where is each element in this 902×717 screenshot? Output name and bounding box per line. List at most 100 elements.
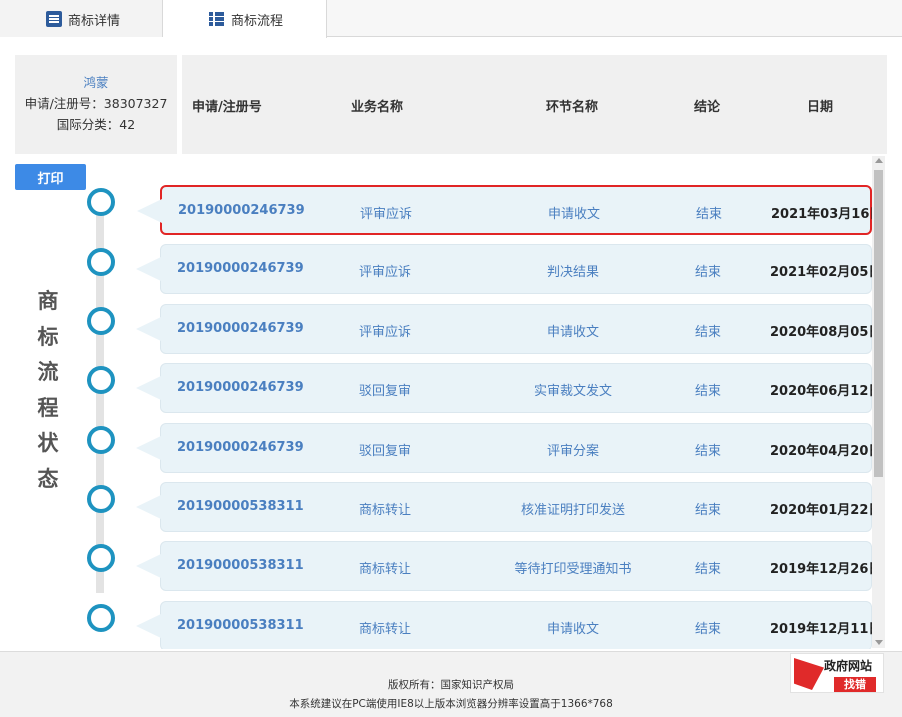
timeline-node [87, 604, 115, 632]
timeline-node [87, 426, 115, 454]
row-result: 结束 [695, 622, 722, 637]
row-step: 判决结果 [546, 265, 599, 280]
row-result: 结束 [696, 207, 723, 222]
row-date: 2021年02月05日 [770, 265, 872, 280]
title-char: 态 [37, 466, 59, 491]
row-pointer [137, 199, 162, 223]
timeline-node [87, 366, 115, 394]
row-pointer [136, 376, 161, 400]
print-button[interactable]: 打印 [15, 164, 86, 190]
registration-number: 申请/注册号：38307327 [24, 96, 168, 111]
row-business: 评审应诉 [360, 207, 413, 222]
row-business: 商标转让 [359, 622, 412, 637]
row-pointer [136, 614, 161, 638]
process-row[interactable]: 20190000246739 驳回复审 实审裁文发文 结束 2020年06月12… [136, 363, 872, 413]
table-header: 申请/注册号 业务名称 环节名称 结论 日期 [182, 55, 887, 154]
row-business: 驳回复审 [359, 444, 412, 459]
row-reg-no[interactable]: 20190000246739 [177, 440, 304, 455]
scroll-up-arrow-icon[interactable] [875, 158, 883, 163]
list-icon [209, 12, 224, 26]
tab-trademark-process[interactable]: 商标流程 [163, 0, 327, 38]
row-step: 评审分案 [546, 444, 599, 459]
process-row[interactable]: 20190000246739 评审应诉 申请收文 结束 2020年08月05日 [136, 304, 872, 354]
row-result: 结束 [695, 384, 722, 399]
row-result: 结束 [695, 562, 722, 577]
row-business: 商标转让 [359, 562, 412, 577]
row-step: 申请收文 [547, 207, 600, 222]
title-char: 标 [37, 324, 59, 349]
row-date: 2020年04月20日 [770, 444, 872, 459]
header-business: 业务名称 [351, 100, 404, 115]
row-result: 结束 [695, 325, 722, 340]
row-pointer [136, 257, 161, 281]
row-business: 评审应诉 [359, 265, 412, 280]
row-pointer [136, 554, 161, 578]
timeline-node [87, 188, 115, 216]
row-business: 评审应诉 [359, 325, 412, 340]
vertical-scrollbar[interactable] [872, 156, 885, 648]
row-reg-no[interactable]: 20190000246739 [177, 321, 304, 336]
timeline-node [87, 485, 115, 513]
row-pointer [136, 436, 161, 460]
row-date: 2019年12月26日 [770, 562, 872, 577]
timeline-node [87, 544, 115, 572]
gov-site-logo-icon [794, 658, 824, 690]
row-step: 等待打印受理通知书 [514, 562, 632, 577]
process-list[interactable]: 20190000246739 评审应诉 申请收文 结束 2021年03月16日 … [130, 154, 872, 649]
row-reg-no[interactable]: 20190000246739 [177, 261, 304, 276]
title-char: 程 [37, 395, 59, 420]
document-icon [46, 11, 62, 27]
header-date: 日期 [807, 100, 834, 115]
row-reg-no[interactable]: 20190000246739 [178, 203, 305, 218]
row-reg-no[interactable]: 20190000538311 [177, 618, 304, 633]
row-date: 2020年06月12日 [770, 384, 872, 399]
row-step: 核准证明打印发送 [520, 503, 625, 518]
row-reg-no[interactable]: 20190000538311 [177, 558, 304, 573]
footer: 版权所有：国家知识产权局 本系统建议在PC端使用IE8以上版本浏览器分辨率设置高… [0, 651, 902, 717]
tab-label: 商标详情 [68, 14, 121, 29]
process-row[interactable]: 20190000538311 商标转让 核准证明打印发送 结束 2020年01月… [136, 482, 872, 532]
row-business: 商标转让 [359, 503, 412, 518]
process-status-title: 商 标 流 程 状 态 [33, 284, 63, 498]
process-row[interactable]: 20190000246739 驳回复审 评审分案 结束 2020年04月20日 [136, 423, 872, 473]
timeline-node [87, 248, 115, 276]
row-result: 结束 [695, 265, 722, 280]
browser-notice: 本系统建议在PC端使用IE8以上版本浏览器分辨率设置高于1366*768 [289, 698, 613, 710]
tab-label: 商标流程 [231, 14, 284, 29]
row-reg-no[interactable]: 20190000538311 [177, 499, 304, 514]
tab-trademark-details[interactable]: 商标详情 [0, 0, 163, 37]
title-char: 流 [37, 360, 59, 385]
title-char: 商 [37, 289, 59, 313]
row-pointer [136, 317, 161, 341]
row-step: 申请收文 [546, 325, 599, 340]
row-date: 2019年12月11日 [770, 622, 872, 637]
row-result: 结束 [695, 444, 722, 459]
process-row[interactable]: 20190000538311 商标转让 申请收文 结束 2019年12月11日 [136, 601, 872, 649]
process-row[interactable]: 20190000246739 评审应诉 判决结果 结束 2021年02月05日 [136, 244, 872, 294]
badge-action[interactable]: 找错 [834, 677, 876, 692]
row-result: 结束 [695, 503, 722, 518]
timeline-node [87, 307, 115, 335]
gov-site-error-report-badge[interactable]: 政府网站 找错 [790, 653, 884, 693]
title-char: 状 [37, 431, 59, 456]
row-reg-no[interactable]: 20190000246739 [177, 380, 304, 395]
header-step: 环节名称 [546, 100, 599, 115]
scroll-down-arrow-icon[interactable] [875, 640, 883, 645]
process-row[interactable]: 20190000246739 评审应诉 申请收文 结束 2021年03月16日 [137, 185, 872, 235]
process-row[interactable]: 20190000538311 商标转让 等待打印受理通知书 结束 2019年12… [136, 541, 872, 591]
row-date: 2021年03月16日 [771, 207, 872, 222]
row-date: 2020年01月22日 [770, 503, 872, 518]
trademark-info-box: 鸿蒙 申请/注册号：38307327 国际分类：42 [15, 55, 177, 154]
badge-title: 政府网站 [824, 659, 873, 673]
copyright-text: 版权所有：国家知识产权局 [388, 679, 514, 691]
trademark-name: 鸿蒙 [83, 75, 109, 90]
header-result: 结论 [694, 100, 721, 115]
tab-bar: 商标详情 商标流程 [0, 0, 902, 38]
international-class: 国际分类：42 [56, 117, 136, 132]
scroll-thumb[interactable] [874, 170, 883, 477]
row-pointer [136, 495, 161, 519]
row-date: 2020年08月05日 [770, 325, 872, 340]
row-step: 申请收文 [546, 622, 599, 637]
row-step: 实审裁文发文 [533, 384, 612, 399]
row-business: 驳回复审 [359, 384, 412, 399]
